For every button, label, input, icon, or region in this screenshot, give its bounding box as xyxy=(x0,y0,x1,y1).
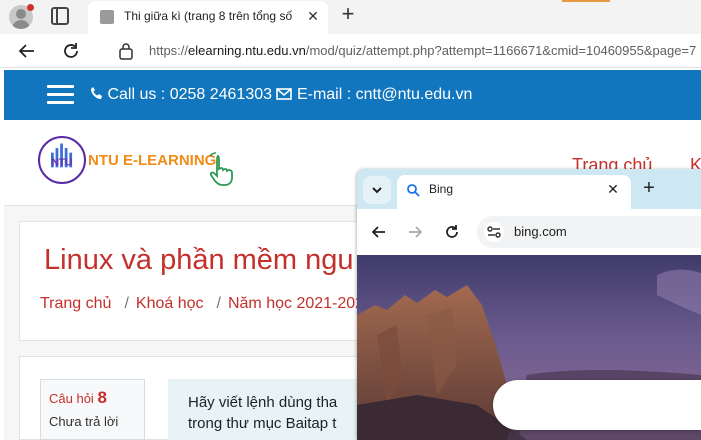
reload-icon[interactable] xyxy=(442,222,462,242)
new-tab-icon[interactable]: + xyxy=(338,3,358,25)
vertical-tabs-icon[interactable] xyxy=(51,7,69,25)
envelope-icon xyxy=(276,88,293,100)
breadcrumb-item-courses[interactable]: Khoá học xyxy=(136,295,204,312)
profile-notification-dot xyxy=(27,4,34,11)
phone-icon xyxy=(91,87,102,99)
search-icon xyxy=(407,184,420,197)
reload-icon[interactable] xyxy=(60,40,82,62)
contact-info: Call us : 0258 2461303 E-mail : cntt@ntu… xyxy=(90,86,690,106)
address-url[interactable]: https://elearning.ntu.edu.vn/mod/quiz/at… xyxy=(149,43,701,59)
bing-search-input[interactable] xyxy=(493,380,701,430)
pointing-hand-icon xyxy=(209,152,233,186)
bing-tab-title: Bing xyxy=(429,182,454,196)
phone-label: Call us : 0258 2461303 xyxy=(107,86,273,103)
lock-icon[interactable] xyxy=(118,42,134,60)
ntu-logo-emblem[interactable]: NTU xyxy=(38,136,86,184)
back-arrow-icon[interactable] xyxy=(16,40,38,62)
breadcrumb-separator: / xyxy=(124,295,129,312)
tab-favicon-icon xyxy=(100,10,114,24)
tab-title: Thi giữa kì (trang 8 trên tổng số xyxy=(124,9,293,23)
tab-strip-accent xyxy=(562,0,610,2)
bing-new-tab-icon[interactable]: + xyxy=(638,177,660,199)
tab-close-icon[interactable]: ✕ xyxy=(306,8,320,24)
breadcrumb: Trang chủ / Khoá học / Năm học 2021-2022 xyxy=(40,295,370,315)
site-logo-text[interactable]: NTU E-LEARNING xyxy=(88,152,218,170)
forward-arrow-icon[interactable] xyxy=(405,222,425,242)
breadcrumb-item-year[interactable]: Năm học 2021-2022 xyxy=(228,295,370,312)
site-settings-icon[interactable] xyxy=(484,222,504,242)
email-label: E-mail : cntt@ntu.edu.vn xyxy=(296,86,473,103)
bing-url-text[interactable]: bing.com xyxy=(514,224,634,240)
bing-tab-close-icon[interactable]: ✕ xyxy=(605,180,621,198)
question-status: Chưa trả lời xyxy=(49,414,119,429)
svg-text:NTU: NTU xyxy=(52,158,73,169)
question-text: Hãy viết lệnh dùng tha trong thư mục Bai… xyxy=(188,394,338,432)
breadcrumb-separator: / xyxy=(216,295,221,312)
breadcrumb-item-home[interactable]: Trang chủ xyxy=(40,295,111,312)
question-number: Câu hỏi 8 xyxy=(49,388,107,407)
back-arrow-icon[interactable] xyxy=(369,222,389,242)
tab-search-chevron-icon[interactable] xyxy=(363,176,391,204)
course-title: Linux và phần mềm ngu xyxy=(44,244,354,276)
menu-hamburger-icon[interactable] xyxy=(47,85,74,105)
